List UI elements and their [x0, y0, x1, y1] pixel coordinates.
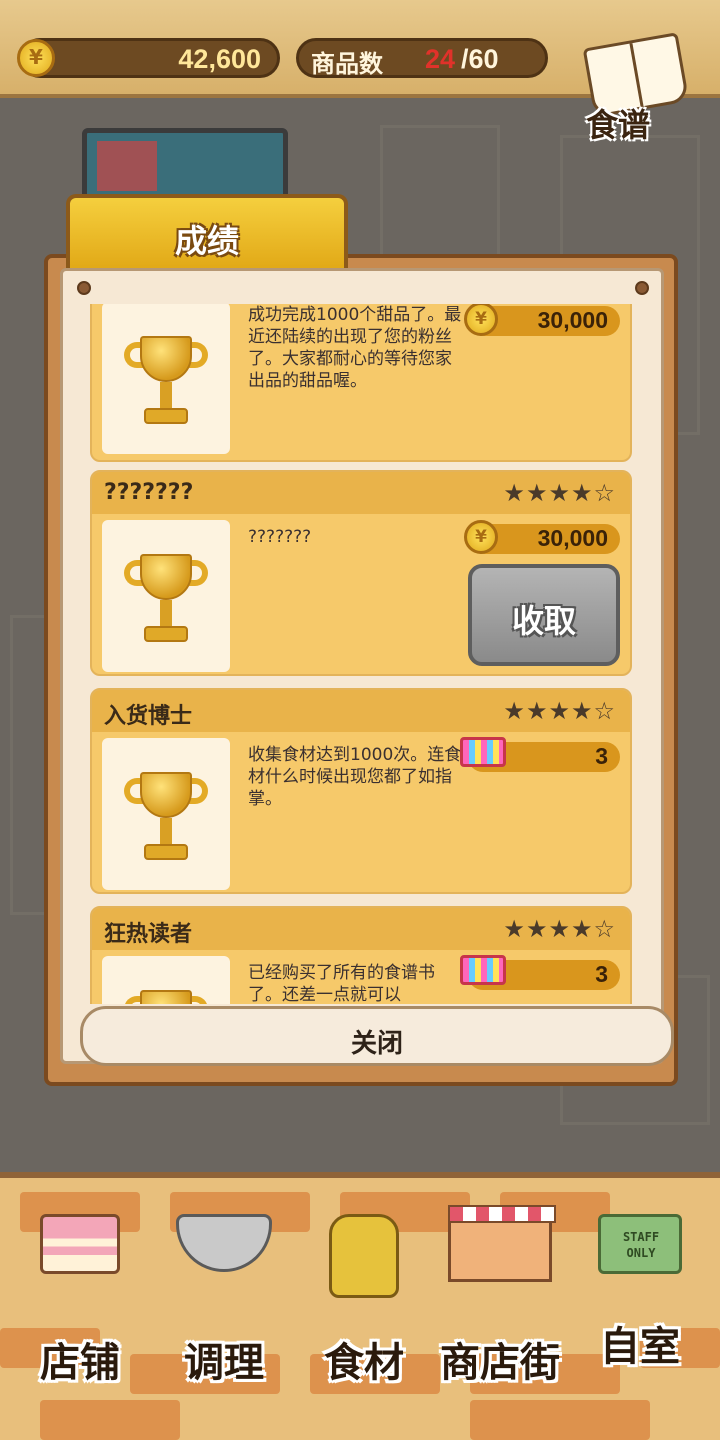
recipe-book-button[interactable]: 食谱 [578, 30, 698, 144]
pin-icon [77, 281, 91, 295]
trophy-frame [102, 956, 230, 1004]
ingredient-bag-icon [329, 1214, 399, 1298]
reward-value: 30,000 [537, 307, 608, 333]
collect-reward-button[interactable]: 收取 [468, 564, 620, 666]
star-rating: ★★★★☆ [503, 479, 616, 507]
money-display: ¥ 42,600 [17, 38, 280, 78]
star-rating: ★★★★☆ [503, 697, 616, 725]
yen-coin-icon: ¥ [464, 304, 498, 336]
achievement-card: 成功完成1000个甜品了。最近还陆续的出现了您的粉丝了。大家都耐心的等待您家出品… [90, 304, 632, 462]
tab-achievements[interactable]: 成绩 [66, 194, 348, 274]
reward-badge: 3 [460, 737, 620, 772]
achievement-title: 狂热读者 [104, 922, 193, 947]
recipe-label: 食谱 [586, 106, 651, 144]
item-count-label: 商品数 [311, 50, 383, 78]
trophy-frame [102, 304, 230, 454]
collect-button-label: 收取 [511, 602, 576, 640]
mixing-bowl-icon [176, 1214, 272, 1272]
achievement-card: 狂热读者 ★★★★☆ 已经购买了所有的食谱书了。还差一点就可以 3 [90, 906, 632, 1004]
star-rating: ★★★★☆ [503, 915, 616, 943]
achievement-title: 入货博士 [104, 704, 193, 729]
item-count-current: 24 [425, 44, 456, 74]
nav-my-room[interactable]: 自室 [584, 1198, 696, 1422]
nav-shop[interactable]: 店铺 [26, 1198, 134, 1422]
item-count-max: /60 [461, 44, 499, 74]
reward-badge: 3 [460, 955, 620, 990]
achievement-description: 已经购买了所有的食谱书了。还差一点就可以 [248, 963, 435, 1004]
yen-coin-icon: ¥ [17, 39, 55, 77]
trophy-icon [124, 336, 208, 432]
achievement-description: 收集食材达到1000次。连食材什么时候出现您都了如指掌。 [248, 745, 462, 809]
achievement-description: 成功完成1000个甜品了。最近还陆续的出现了您的粉丝了。大家都耐心的等待您家出品… [248, 305, 462, 391]
reward-value: 30,000 [537, 525, 608, 551]
nav-my-room-label: 自室 [600, 1324, 680, 1370]
yen-coin-icon: ¥ [464, 520, 498, 554]
achievement-header: ??????? ★★★★☆ [92, 472, 630, 514]
nav-shop-label: 店铺 [40, 1340, 120, 1386]
nav-cooking-label: 调理 [184, 1340, 264, 1386]
achievement-card: 入货博士 ★★★★☆ 收集食材达到1000次。连食材什么时候出现您都了如指掌。 … [90, 688, 632, 894]
trophy-frame [102, 520, 230, 672]
nav-ingredients-label: 食材 [324, 1340, 404, 1386]
tab-achievements-label: 成绩 [174, 222, 239, 260]
nav-shopping-street-label: 商店街 [440, 1340, 560, 1386]
cake-icon [40, 1214, 120, 1274]
achievement-header: 入货博士 ★★★★☆ [92, 690, 630, 732]
reward-badge: ¥ 30,000 [464, 520, 620, 554]
close-button[interactable]: 关闭 [80, 1006, 674, 1066]
trophy-icon [124, 990, 208, 1004]
trophy-icon [124, 772, 208, 868]
item-count-display: 商品数 24 /60 [296, 38, 548, 78]
shop-street-icon [448, 1205, 556, 1282]
bottom-nav: 店铺 调理 食材 商店街 自室 [0, 1172, 720, 1440]
nav-shopping-street[interactable]: 商店街 [426, 1198, 574, 1422]
close-button-label: 关闭 [350, 1029, 403, 1059]
staff-only-sign-icon [598, 1214, 682, 1274]
pin-icon [635, 281, 649, 295]
nav-ingredients[interactable]: 食材 [308, 1198, 420, 1422]
reward-value: 3 [595, 961, 608, 987]
trophy-icon [124, 554, 208, 650]
achievement-card: ??????? ★★★★☆ ??????? ¥ 30,000 收取 [90, 470, 632, 676]
achievement-list[interactable]: 成功完成1000个甜品了。最近还陆续的出现了您的粉丝了。大家都耐心的等待您家出品… [88, 304, 634, 1004]
achievement-description: ??????? [248, 527, 312, 547]
achievement-title: ??????? [104, 480, 194, 505]
reward-badge: ¥ 30,000 [464, 304, 620, 336]
money-value: 42,600 [178, 44, 261, 74]
nav-cooking[interactable]: 调理 [166, 1198, 282, 1422]
ticket-icon [460, 737, 506, 767]
reward-value: 3 [595, 743, 608, 769]
ticket-icon [460, 955, 506, 985]
trophy-frame [102, 738, 230, 890]
achievement-header: 狂热读者 ★★★★☆ [92, 908, 630, 950]
